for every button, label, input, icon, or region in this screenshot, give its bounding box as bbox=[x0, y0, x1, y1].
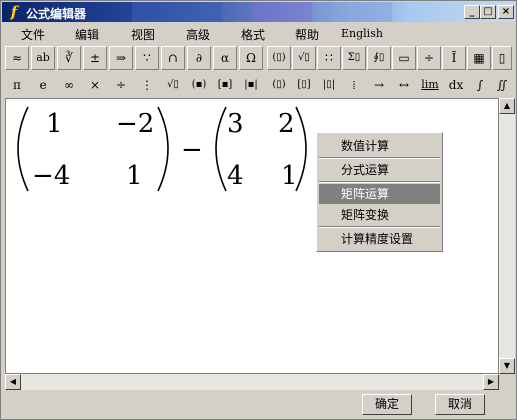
scroll-up-arrow-icon[interactable]: ▲ bbox=[499, 98, 515, 114]
fence-template-button[interactable]: (▯) bbox=[267, 46, 291, 70]
derivative-button[interactable]: dx bbox=[444, 73, 468, 97]
menu-item-fraction-op[interactable]: 分式运算 bbox=[319, 160, 440, 180]
menu-help[interactable]: 帮助 bbox=[295, 26, 319, 43]
matrix-a-cell-2-1: −4 bbox=[32, 161, 71, 191]
approx-symbols-button[interactable]: ≈ bbox=[5, 46, 29, 70]
pi-button[interactable]: π bbox=[5, 73, 29, 97]
integral-template-button[interactable]: ∮▯ bbox=[367, 46, 391, 70]
title-bar[interactable]: f 公式编辑器 _ □ × bbox=[2, 2, 515, 22]
menu-item-matrix-op[interactable]: 矩阵运算 bbox=[319, 184, 440, 204]
infinity-button[interactable]: ∞ bbox=[57, 73, 81, 97]
matrix-a-cell-2-2: 1 bbox=[126, 161, 143, 191]
menu-english[interactable]: English bbox=[341, 27, 383, 40]
set-symbols-button[interactable]: ∩ bbox=[161, 46, 185, 70]
greek-lower-button[interactable]: α bbox=[213, 46, 237, 70]
menu-separator bbox=[319, 157, 440, 159]
right-arrow-button[interactable]: → bbox=[367, 73, 391, 97]
left-right-arrow-button[interactable]: ↔ bbox=[392, 73, 416, 97]
matrix-a-cell-1-1: 1 bbox=[46, 109, 63, 139]
toolbar-templates: π e ∞ × ÷ ⋮ √▯ (▪) [▪] |▪| (▯) [▯] |▯| ⁞… bbox=[5, 72, 514, 98]
greek-upper-button[interactable]: Ω bbox=[239, 46, 263, 70]
matrix-b-left-paren bbox=[215, 106, 227, 192]
context-menu: 数值计算 分式运算 矩阵运算 矩阵变换 计算精度设置 bbox=[316, 132, 443, 252]
misc-symbols-button[interactable]: ∂ bbox=[187, 46, 211, 70]
scroll-down-arrow-icon[interactable]: ▼ bbox=[499, 358, 515, 374]
det-matrix-button[interactable]: |▯| bbox=[317, 73, 341, 97]
e-button[interactable]: e bbox=[31, 73, 55, 97]
fraction-radical-button[interactable]: √▯ bbox=[292, 46, 316, 70]
menu-edit[interactable]: 编辑 bbox=[75, 26, 99, 43]
menu-separator bbox=[319, 181, 440, 183]
minimize-button[interactable]: _ bbox=[464, 5, 480, 19]
matrix-a-left-paren bbox=[17, 106, 29, 192]
logic-symbols-button[interactable]: ∵ bbox=[135, 46, 159, 70]
divide-button[interactable]: ÷ bbox=[109, 73, 133, 97]
parens-button[interactable]: (▪) bbox=[187, 73, 211, 97]
integral-button[interactable]: ∫ bbox=[469, 73, 491, 97]
matrix-b-cell-1-1: 3 bbox=[227, 109, 244, 139]
menu-bar: 文件 编辑 视图 高级 格式 帮助 English bbox=[3, 23, 514, 43]
horizontal-scrollbar[interactable]: ◀ ▶ bbox=[5, 374, 499, 390]
arrow-symbols-button[interactable]: ⇒ bbox=[109, 46, 133, 70]
sqrt-button[interactable]: √▯ bbox=[161, 73, 185, 97]
more-template-button[interactable]: ▯ bbox=[492, 46, 512, 70]
matrix-a-right-paren bbox=[157, 106, 169, 192]
matrix-b-cell-2-2: 1 bbox=[281, 161, 298, 191]
matrix-a-cell-1-2: −2 bbox=[116, 109, 155, 139]
abs-button[interactable]: |▪| bbox=[239, 73, 263, 97]
subscript-template-button[interactable]: ∷ bbox=[317, 46, 341, 70]
matrix-template-button[interactable]: ▦ bbox=[467, 46, 491, 70]
menu-view[interactable]: 视图 bbox=[131, 26, 155, 43]
scroll-right-arrow-icon[interactable]: ▶ bbox=[483, 374, 499, 390]
operator-symbols-button[interactable]: ± bbox=[83, 46, 107, 70]
menu-separator bbox=[319, 226, 440, 228]
menu-file[interactable]: 文件 bbox=[21, 26, 45, 43]
double-integral-button[interactable]: ∬ bbox=[492, 73, 512, 97]
fraction-button[interactable]: ⋮ bbox=[135, 73, 159, 97]
product-template-button[interactable]: Ī bbox=[442, 46, 466, 70]
formula-editor-window: f 公式编辑器 _ □ × 文件 编辑 视图 高级 格式 帮助 English … bbox=[0, 0, 517, 420]
limit-button[interactable]: lim bbox=[417, 73, 443, 97]
brackets-button[interactable]: [▪] bbox=[213, 73, 237, 97]
ok-button[interactable]: 确定 bbox=[362, 394, 412, 415]
minus-operator: − bbox=[181, 135, 203, 165]
times-button[interactable]: × bbox=[83, 73, 107, 97]
cancel-button[interactable]: 取消 bbox=[435, 394, 485, 415]
menu-item-precision-settings[interactable]: 计算精度设置 bbox=[319, 229, 440, 249]
menu-item-numeric-calc[interactable]: 数值计算 bbox=[319, 136, 440, 156]
scrollbar-corner bbox=[499, 374, 515, 390]
embellishment-button[interactable]: ∛ bbox=[57, 46, 81, 70]
close-button[interactable]: × bbox=[498, 5, 514, 19]
vertical-scrollbar[interactable]: ▲ ▼ bbox=[499, 98, 515, 374]
menu-format[interactable]: 格式 bbox=[241, 26, 265, 43]
matrix-b-cell-1-2: 2 bbox=[278, 109, 295, 139]
maximize-button[interactable]: □ bbox=[480, 5, 496, 19]
underbar-template-button[interactable]: ▭ bbox=[392, 46, 416, 70]
window-title: 公式编辑器 bbox=[26, 7, 87, 21]
dotted-matrix-button[interactable]: ⁞ bbox=[342, 73, 366, 97]
paren-matrix-button[interactable]: (▯) bbox=[267, 73, 291, 97]
app-f-icon: f bbox=[10, 3, 18, 21]
menu-item-matrix-transform[interactable]: 矩阵变换 bbox=[319, 205, 440, 225]
spacing-symbols-button[interactable]: ab bbox=[31, 46, 55, 70]
toolbar-symbols: ≈ ab ∛ ± ⇒ ∵ ∩ ∂ α Ω (▯) √▯ ∷ Σ▯ ∮▯ ▭ ÷ … bbox=[5, 45, 514, 71]
menu-advanced[interactable]: 高级 bbox=[186, 26, 210, 43]
matrix-b-cell-2-1: 4 bbox=[227, 161, 244, 191]
scroll-left-arrow-icon[interactable]: ◀ bbox=[5, 374, 21, 390]
arrow-template-button[interactable]: ÷ bbox=[417, 46, 441, 70]
bracket-matrix-button[interactable]: [▯] bbox=[292, 73, 316, 97]
summation-template-button[interactable]: Σ▯ bbox=[342, 46, 366, 70]
